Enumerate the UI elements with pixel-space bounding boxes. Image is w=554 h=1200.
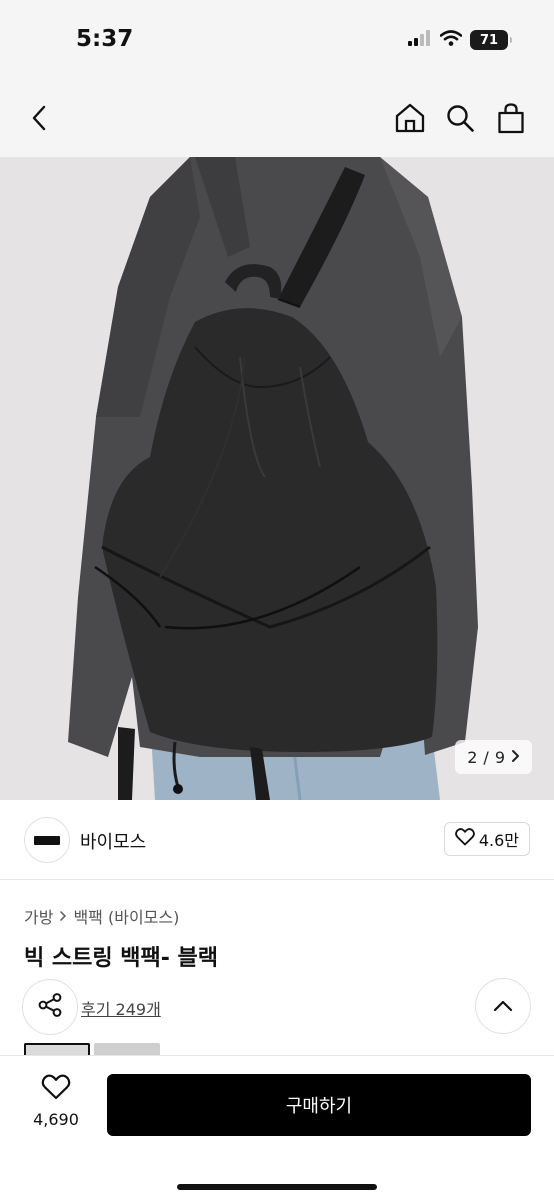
status-bar: 5:37 71 [0,0,554,80]
product-photo [0,157,554,800]
heart-outline-icon [454,828,475,850]
cart-button[interactable] [491,100,531,140]
search-icon [445,103,475,137]
battery-level: 71 [479,32,499,48]
wifi-icon [439,30,463,50]
image-current: 2 [467,747,478,767]
brand-like-button[interactable]: 4.6만 [443,822,530,856]
back-button[interactable] [20,100,60,140]
battery-icon: 71 [470,30,512,50]
home-button[interactable] [390,100,430,140]
scroll-to-top-button[interactable] [475,978,531,1034]
chevron-right-icon [59,907,67,926]
status-icons: 71 [408,30,512,50]
wishlist-count: 4,690 [33,1110,79,1129]
image-total: 9 [494,747,505,767]
breadcrumb-subcategory[interactable]: 백팩 (바이모스) [73,904,179,928]
image-separator: / [483,747,489,767]
search-button[interactable] [440,100,480,140]
top-navigation [0,80,554,158]
chevron-up-icon [493,997,513,1016]
breadcrumb: 가방 백팩 (바이모스) [24,904,179,928]
bottom-action-bar: 4,690 구매하기 [0,1055,554,1200]
shopping-bag-icon [497,102,525,138]
brand-row: 바이모스 4.6만 [0,800,554,880]
brand-name[interactable]: 바이모스 [80,828,146,854]
chevron-right-icon [511,748,520,767]
product-title: 빅 스트링 백팩- 블랙 [24,946,219,971]
brand-like-count: 4.6만 [478,831,519,850]
product-image-carousel[interactable]: 2 / 9 [0,157,554,800]
back-icon [29,105,51,135]
share-button[interactable] [22,979,78,1035]
signal-icon [408,30,432,50]
brand-logo[interactable] [24,817,70,863]
breadcrumb-category[interactable]: 가방 [24,904,53,928]
home-icon [394,102,426,138]
home-indicator [177,1184,377,1190]
reviews-link[interactable]: 후기 249개 [81,996,161,1020]
wishlist-button[interactable]: 4,690 [24,1074,88,1142]
status-time: 5:37 [76,26,134,52]
buy-button[interactable]: 구매하기 [107,1074,531,1136]
image-counter[interactable]: 2 / 9 [455,740,532,774]
heart-outline-icon [41,1074,71,1104]
share-icon [37,992,63,1022]
